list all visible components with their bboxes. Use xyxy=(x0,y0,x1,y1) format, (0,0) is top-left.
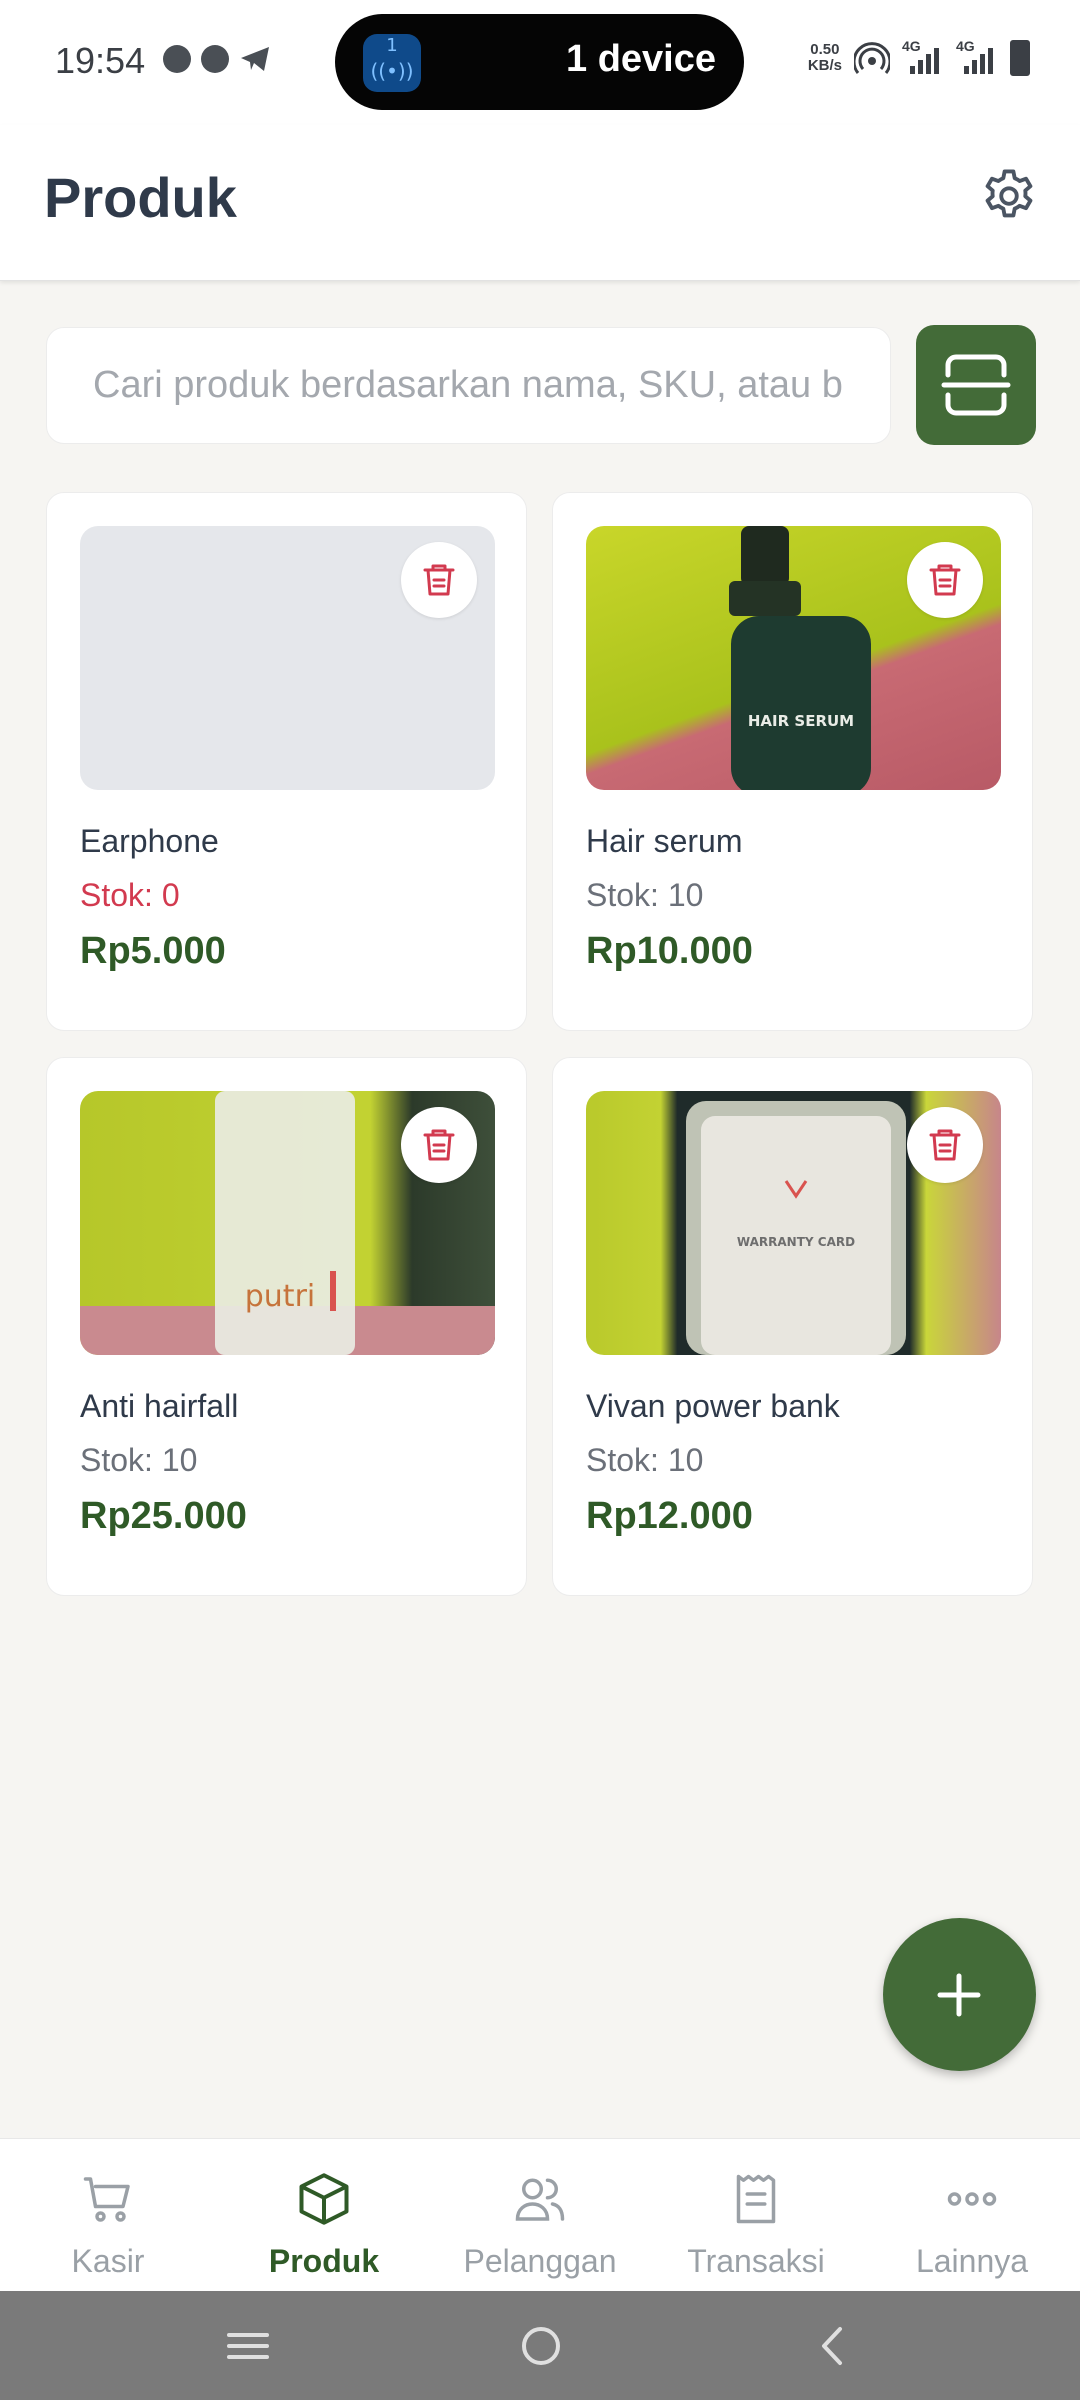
product-stock: Stok: 0 xyxy=(80,877,180,913)
trash-icon xyxy=(423,1129,455,1161)
status-bar: 19:54 1 ((•)) 1 device 0.50 KB/s 4G 4G xyxy=(0,0,1080,125)
nav-label: Transaksi xyxy=(687,2243,825,2279)
hotspot-icon: 1 ((•)) xyxy=(363,34,421,92)
product-stock: Stok: 10 xyxy=(586,1442,704,1478)
product-name: Anti hairfall xyxy=(80,1388,239,1424)
product-card-earphone[interactable]: Earphone Stok: 0 Rp5.000 xyxy=(46,492,527,1031)
search-box[interactable] xyxy=(46,327,891,444)
delete-button[interactable] xyxy=(401,1107,477,1183)
nav-label: Produk xyxy=(268,2243,380,2279)
network-speed: 0.50 KB/s xyxy=(808,42,842,74)
product-price: Rp25.000 xyxy=(80,1495,247,1537)
product-name: Earphone xyxy=(80,823,219,859)
signal-icon-2: 4G xyxy=(956,38,998,74)
network-type-2: 4G xyxy=(956,38,975,54)
box-icon xyxy=(299,2173,349,2225)
delete-button[interactable] xyxy=(401,542,477,618)
back-icon[interactable] xyxy=(810,2323,856,2369)
cart-icon xyxy=(83,2177,130,2222)
home-icon[interactable] xyxy=(518,2323,564,2369)
product-price: Rp10.000 xyxy=(586,930,753,972)
vivan-label: WARRANTY CARD xyxy=(737,1235,855,1249)
chat-icon xyxy=(201,45,229,73)
status-indicators: 0.50 KB/s 4G 4G xyxy=(808,38,1030,76)
system-navigation-bar xyxy=(0,2291,1080,2400)
more-icon xyxy=(947,2192,997,2206)
network-speed-unit: KB/s xyxy=(807,57,842,74)
app-header: Produk xyxy=(0,125,1080,281)
signal-icon-1: 4G xyxy=(902,38,944,74)
delete-button[interactable] xyxy=(907,1107,983,1183)
nav-item-pelanggan[interactable]: Pelanggan xyxy=(432,2139,648,2292)
network-type-1: 4G xyxy=(902,38,921,54)
product-card-vivan-power-bank[interactable]: WARRANTY CARD Vivan power bank Stok: 10 … xyxy=(552,1057,1033,1596)
settings-gear-icon[interactable] xyxy=(978,165,1040,227)
add-product-button[interactable] xyxy=(883,1918,1036,2071)
device-count-badge: 1 xyxy=(386,35,398,56)
nav-label: Kasir xyxy=(71,2243,145,2279)
search-input[interactable] xyxy=(91,363,846,408)
bottom-navigation: Kasir Produk Pelanggan Transaksi Lainnya xyxy=(0,2138,1080,2292)
device-pill-label: 1 device xyxy=(566,38,716,80)
network-speed-value: 0.50 xyxy=(810,41,840,58)
receipt-icon xyxy=(736,2174,776,2224)
product-card-anti-hairfall[interactable]: putri Anti hairfall Stok: 10 Rp25.000 xyxy=(46,1057,527,1596)
nav-label: Lainnya xyxy=(915,2243,1029,2279)
product-name: Hair serum xyxy=(586,823,743,859)
notification-icons xyxy=(163,45,271,73)
product-name: Vivan power bank xyxy=(586,1388,840,1424)
product-price: Rp5.000 xyxy=(80,930,226,972)
delete-button[interactable] xyxy=(907,542,983,618)
nav-item-produk[interactable]: Produk xyxy=(216,2139,432,2292)
status-time: 19:54 xyxy=(55,40,146,81)
product-stock: Stok: 10 xyxy=(586,877,704,913)
barcode-scan-button[interactable] xyxy=(916,325,1036,445)
trash-icon xyxy=(929,1129,961,1161)
telegram-icon xyxy=(239,45,271,73)
scan-icon xyxy=(941,354,1011,416)
facebook-icon xyxy=(163,45,191,73)
product-price: Rp12.000 xyxy=(586,1495,753,1537)
trash-icon xyxy=(929,564,961,596)
users-icon xyxy=(515,2178,565,2221)
nav-item-lainnya[interactable]: Lainnya xyxy=(864,2139,1080,2292)
product-stock: Stok: 10 xyxy=(80,1442,198,1478)
nav-item-transaksi[interactable]: Transaksi xyxy=(648,2139,864,2292)
nav-item-kasir[interactable]: Kasir xyxy=(0,2139,216,2292)
device-pill[interactable]: 1 ((•)) 1 device xyxy=(335,14,744,110)
hair-serum-label: HAIR SERUM xyxy=(748,712,854,730)
plus-icon xyxy=(937,1973,981,2017)
trash-icon xyxy=(423,564,455,596)
anti-hairfall-label: putri xyxy=(245,1279,316,1314)
page-title: Produk xyxy=(44,166,237,229)
wifi-hotspot-icon xyxy=(854,42,890,74)
nav-label: Pelanggan xyxy=(463,2243,617,2279)
menu-icon[interactable] xyxy=(225,2323,271,2369)
battery-icon xyxy=(1010,40,1030,76)
product-card-hair-serum[interactable]: HAIR SERUM Hair serum Stok: 10 Rp10.000 xyxy=(552,492,1033,1031)
